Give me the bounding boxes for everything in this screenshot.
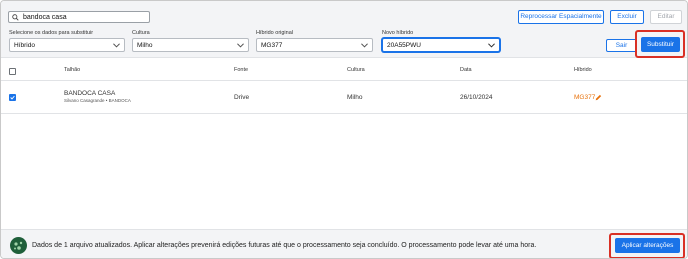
new-hybrid-value: 20A55PWU bbox=[387, 42, 421, 49]
delete-button[interactable]: Excluir bbox=[610, 10, 644, 24]
culture-select-label: Cultura bbox=[132, 30, 150, 36]
select-all-checkbox[interactable] bbox=[9, 68, 16, 75]
reprocess-button[interactable]: Reprocessar Espacialmente bbox=[518, 10, 604, 24]
column-header: Talhão bbox=[64, 67, 81, 73]
column-header: Data bbox=[460, 67, 472, 73]
logo-icon bbox=[10, 237, 27, 254]
search-icon bbox=[12, 14, 19, 21]
chevron-down-icon bbox=[361, 43, 368, 48]
search-value: bandoca casa bbox=[23, 14, 67, 21]
data-select-value: Híbrido bbox=[14, 42, 35, 49]
data-select-label: Selecione os dados para substituir bbox=[9, 30, 94, 36]
new-hybrid-select[interactable]: 20A55PWU bbox=[382, 38, 500, 52]
edit-button[interactable]: Editar bbox=[650, 10, 682, 24]
app-window: bandoca casa Reprocessar Espacialmente E… bbox=[0, 0, 688, 259]
culture-cell: Milho bbox=[347, 94, 363, 101]
apply-changes-button[interactable]: Aplicar alterações bbox=[615, 238, 680, 253]
status-message: Dados de 1 arquivo atualizados. Aplicar … bbox=[32, 242, 537, 249]
field-name: BANDOCA CASA bbox=[64, 90, 116, 97]
table-row[interactable]: BANDOCA CASA Silvano Casagrande • BANDOC… bbox=[1, 82, 687, 114]
column-header: Híbrido bbox=[574, 67, 592, 73]
source-cell: Drive bbox=[234, 94, 250, 101]
culture-select-value: Milho bbox=[137, 42, 153, 49]
original-hybrid-value: MG377 bbox=[261, 42, 283, 49]
data-select[interactable]: Híbrido bbox=[9, 38, 125, 52]
table-header: Talhão Fonte Cultura Data Híbrido bbox=[1, 59, 687, 81]
original-hybrid-label: Híbrido original bbox=[256, 30, 293, 36]
search-input[interactable]: bandoca casa bbox=[8, 11, 150, 23]
column-header: Fonte bbox=[234, 67, 249, 73]
hybrid-cell: MG377 bbox=[574, 94, 596, 101]
status-bar: Dados de 1 arquivo atualizados. Aplicar … bbox=[1, 229, 687, 258]
date-cell: 26/10/2024 bbox=[460, 94, 493, 101]
check-icon bbox=[10, 95, 15, 100]
pencil-icon[interactable] bbox=[595, 94, 602, 101]
exit-button[interactable]: Sair bbox=[606, 39, 637, 52]
replace-button[interactable]: Substituir bbox=[641, 37, 680, 52]
row-checkbox[interactable] bbox=[9, 94, 16, 101]
chevron-down-icon bbox=[113, 43, 120, 48]
chevron-down-icon bbox=[488, 43, 495, 48]
new-hybrid-label: Novo híbrido bbox=[382, 30, 414, 36]
original-hybrid-select[interactable]: MG377 bbox=[256, 38, 373, 52]
column-header: Cultura bbox=[347, 67, 365, 73]
chevron-down-icon bbox=[237, 43, 244, 48]
culture-select[interactable]: Milho bbox=[132, 38, 249, 52]
field-owner: Silvano Casagrande • BANDOCA bbox=[64, 98, 131, 103]
